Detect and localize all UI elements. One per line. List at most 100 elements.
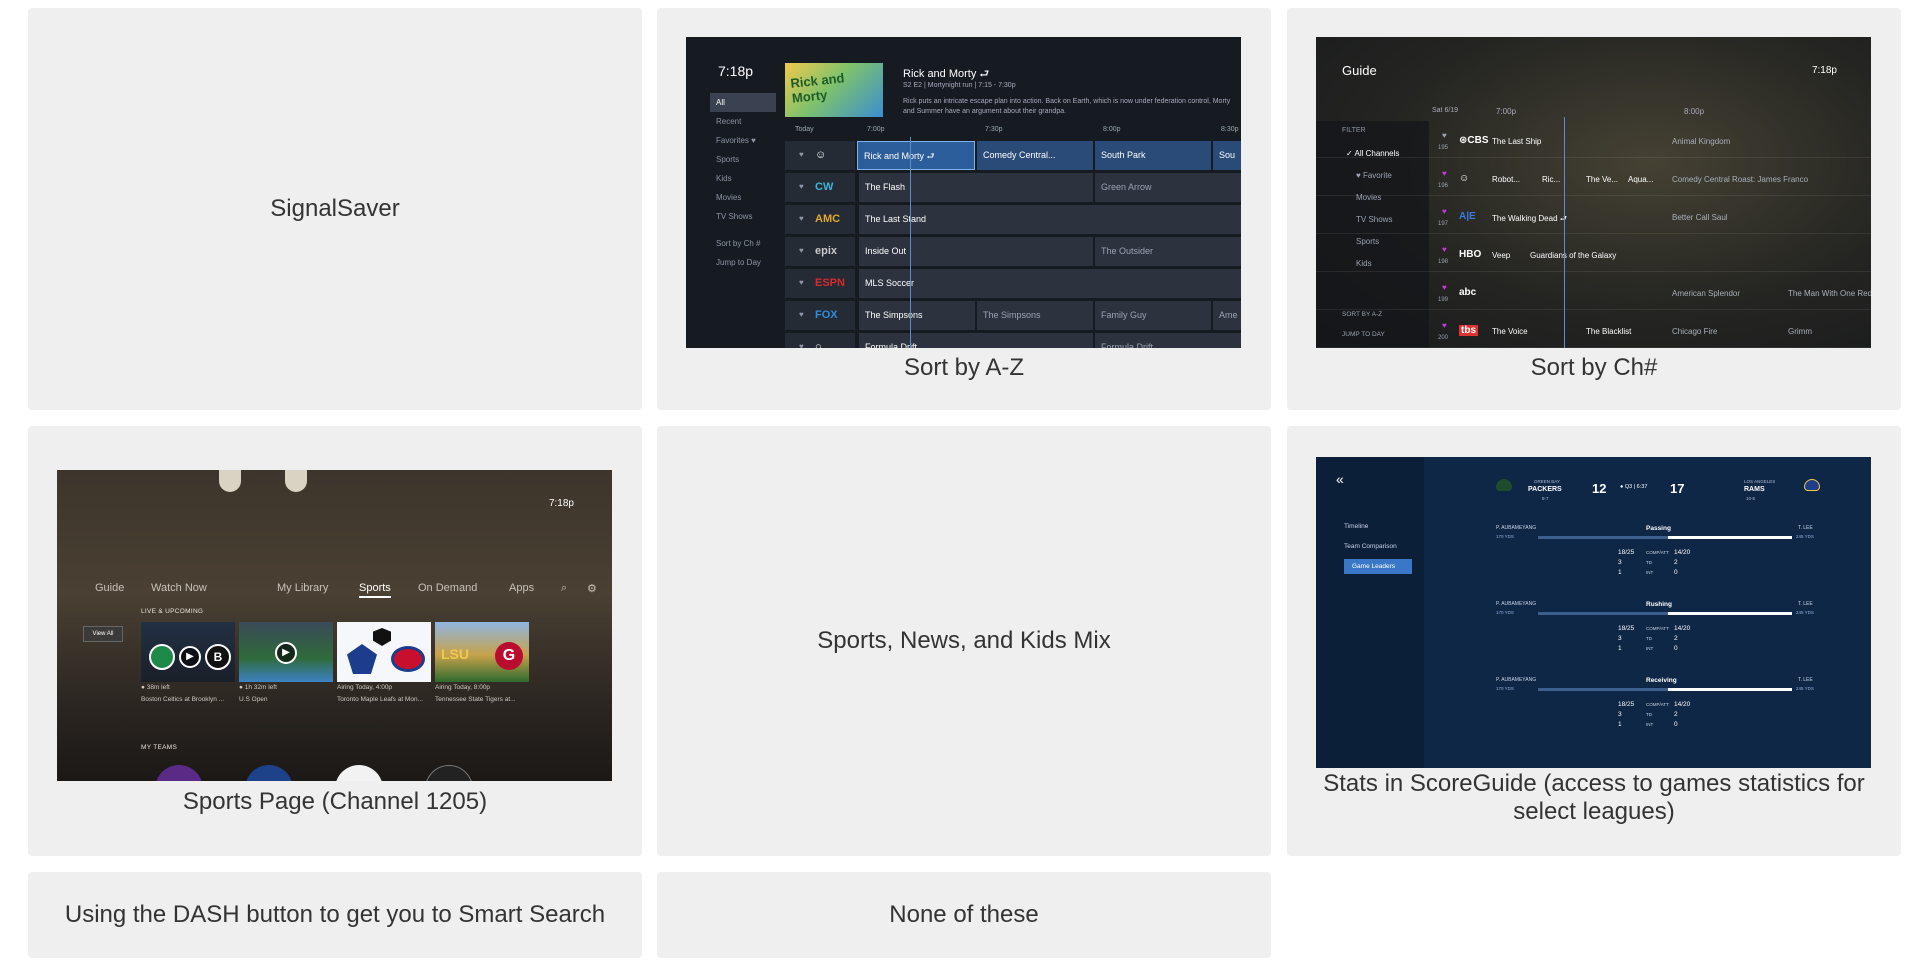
- filter-item[interactable]: TV Shows: [710, 207, 776, 226]
- program-cell[interactable]: Rick and Morty ⮐: [857, 141, 975, 170]
- program-cell[interactable]: The Last Stand: [857, 205, 1241, 234]
- option-card-signalsaver[interactable]: SignalSaver: [28, 8, 642, 410]
- program-cell[interactable]: The Flash: [857, 173, 1093, 202]
- option-card-sort-az[interactable]: 7:18p Rick and Morty Rick and Morty ⮐ S2…: [657, 8, 1271, 410]
- favorite-icon[interactable]: ♥: [799, 342, 804, 348]
- right-stat-value: 14/20: [1674, 549, 1691, 556]
- program-cell[interactable]: Comedy Central Roast: James Franco: [1672, 175, 1808, 184]
- right-stat-value: 2: [1674, 559, 1678, 566]
- program-cell[interactable]: Family Guy: [1093, 301, 1211, 330]
- menu-item-game-leaders[interactable]: Game Leaders: [1344, 559, 1412, 574]
- guide-az-screenshot: 7:18p Rick and Morty Rick and Morty ⮐ S2…: [686, 37, 1241, 348]
- channel-row[interactable]: ♥ ☺ Rick and Morty ⮐ Comedy Central... South…: [785, 141, 1241, 171]
- view-all-button[interactable]: View All: [83, 626, 123, 642]
- program-cell[interactable]: American Splendor: [1672, 289, 1740, 298]
- filter-item[interactable]: All: [710, 93, 776, 112]
- program-cell[interactable]: The Voice: [1492, 327, 1528, 336]
- program-cell[interactable]: Chicago Fire: [1672, 327, 1717, 336]
- filter-item[interactable]: Kids: [710, 169, 776, 188]
- favorite-icon[interactable]: ♥: [1442, 245, 1447, 254]
- back-icon[interactable]: «: [1336, 471, 1344, 487]
- favorite-icon[interactable]: ♥: [799, 182, 804, 191]
- program-cell[interactable]: Ame: [1211, 301, 1241, 330]
- program-cell[interactable]: Guardians of the Galaxy: [1530, 251, 1616, 260]
- filter-item[interactable]: Favorites ♥: [710, 131, 776, 150]
- program-cell[interactable]: The Simpsons: [975, 301, 1093, 330]
- favorite-icon[interactable]: ♥: [799, 150, 804, 159]
- channel-row[interactable]: ♥ ○ Formula Drift Formula Drift: [785, 333, 1241, 348]
- option-card-scoreguide[interactable]: « Timeline Team Comparison Game Leaders …: [1287, 426, 1901, 856]
- game-tile[interactable]: [337, 622, 431, 682]
- show-description: Rick puts an intricate escape plan into …: [903, 98, 1231, 115]
- program-cell[interactable]: Robot...: [1492, 175, 1520, 184]
- program-cell[interactable]: The Walking Dead ⮐: [1492, 213, 1567, 227]
- program-cell[interactable]: The Ve...: [1586, 175, 1618, 184]
- program-cell[interactable]: The Outsider: [1093, 237, 1241, 266]
- filter-item[interactable]: Movies: [710, 188, 776, 207]
- program-cell[interactable]: Formula Drift: [857, 333, 1093, 348]
- menu-item-timeline[interactable]: Timeline: [1344, 523, 1368, 530]
- filter-item[interactable]: Recent: [710, 112, 776, 131]
- program-cell[interactable]: The Simpsons: [857, 301, 975, 330]
- program-cell[interactable]: Sou: [1211, 141, 1241, 170]
- favorite-icon[interactable]: ♥: [1442, 131, 1447, 140]
- nav-item-apps[interactable]: Apps: [509, 582, 534, 594]
- program-cell[interactable]: The Last Ship: [1492, 137, 1541, 146]
- filter-option[interactable]: Kids: [1356, 259, 1372, 268]
- filter-option[interactable]: Sports: [1356, 237, 1379, 246]
- nav-item-my-library[interactable]: My Library: [277, 582, 328, 594]
- favorite-icon[interactable]: ♥: [799, 278, 804, 287]
- right-stat-value: 2: [1674, 711, 1678, 718]
- nav-item-guide[interactable]: Guide: [95, 582, 124, 594]
- favorite-icon[interactable]: ♥: [1442, 207, 1447, 216]
- program-cell[interactable]: Ric...: [1542, 175, 1560, 184]
- filter-option[interactable]: ♥ Favorite: [1356, 171, 1392, 180]
- channel-row[interactable]: ♥ CW The Flash Green Arrow: [785, 173, 1241, 203]
- favorite-icon[interactable]: ♥: [799, 246, 804, 255]
- game-tile[interactable]: LSU G: [435, 622, 529, 682]
- program-cell[interactable]: Formula Drift: [1093, 333, 1241, 348]
- program-cell[interactable]: Inside Out: [857, 237, 1093, 266]
- program-cell[interactable]: Comedy Central...: [975, 141, 1093, 170]
- channel-row[interactable]: ♥ epix Inside Out The Outsider: [785, 237, 1241, 267]
- favorite-icon[interactable]: ♥: [1442, 321, 1447, 330]
- program-cell[interactable]: The Blacklist: [1586, 327, 1631, 336]
- option-card-sports-mix[interactable]: Sports, News, and Kids Mix: [657, 426, 1271, 856]
- channel-row[interactable]: ♥ ESPN MLS Soccer: [785, 269, 1241, 299]
- option-card-sort-ch[interactable]: Guide 7:18p Sat 6/19 7:00p 8:00p FILTER …: [1287, 8, 1901, 410]
- favorite-icon[interactable]: ♥: [799, 214, 804, 223]
- gear-icon[interactable]: ⚙: [587, 582, 597, 595]
- program-cell[interactable]: The Man With One Red: [1788, 289, 1871, 298]
- filter-item[interactable]: Sports: [710, 150, 776, 169]
- option-card-sports-page[interactable]: 7:18p Guide Watch Now My Library Sports …: [28, 426, 642, 856]
- program-cell[interactable]: Animal Kingdom: [1672, 137, 1730, 146]
- menu-item-team-comparison[interactable]: Team Comparison: [1344, 543, 1397, 550]
- game-tile[interactable]: ▶: [239, 622, 333, 682]
- program-cell[interactable]: MLS Soccer: [857, 269, 1241, 298]
- nav-item-sports[interactable]: Sports: [359, 582, 391, 598]
- favorite-icon[interactable]: ♥: [1442, 283, 1447, 292]
- nets-logo: B: [205, 644, 231, 670]
- search-icon[interactable]: ⌕: [561, 582, 567, 595]
- jump-option[interactable]: JUMP TO DAY: [1342, 331, 1385, 338]
- channel-logo-cell: ♥ epix: [785, 237, 855, 266]
- program-cell[interactable]: South Park: [1093, 141, 1211, 170]
- sort-option[interactable]: SORT BY A-Z: [1342, 311, 1382, 318]
- program-cell[interactable]: Aqua...: [1628, 175, 1653, 184]
- channel-row[interactable]: ♥ FOX The Simpsons The Simpsons Family Guy Am…: [785, 301, 1241, 331]
- nav-item-on-demand[interactable]: On Demand: [418, 582, 477, 594]
- channel-row[interactable]: ♥ AMC The Last Stand: [785, 205, 1241, 235]
- option-card-none[interactable]: None of these: [657, 872, 1271, 958]
- program-cell[interactable]: Better Call Saul: [1672, 213, 1728, 222]
- filter-item[interactable]: Sort by Ch #: [710, 234, 776, 253]
- game-tile[interactable]: ▶ B: [141, 622, 235, 682]
- favorite-icon[interactable]: ♥: [1442, 169, 1447, 178]
- program-cell[interactable]: Veep: [1492, 251, 1510, 260]
- nav-item-watch-now[interactable]: Watch Now: [151, 582, 207, 594]
- option-card-dash[interactable]: Using the DASH button to get you to Smar…: [28, 872, 642, 958]
- program-cell[interactable]: Green Arrow: [1093, 173, 1241, 202]
- filter-option[interactable]: TV Shows: [1356, 215, 1392, 224]
- program-cell[interactable]: Grimm: [1788, 327, 1812, 336]
- favorite-icon[interactable]: ♥: [799, 310, 804, 319]
- filter-item[interactable]: Jump to Day: [710, 253, 776, 272]
